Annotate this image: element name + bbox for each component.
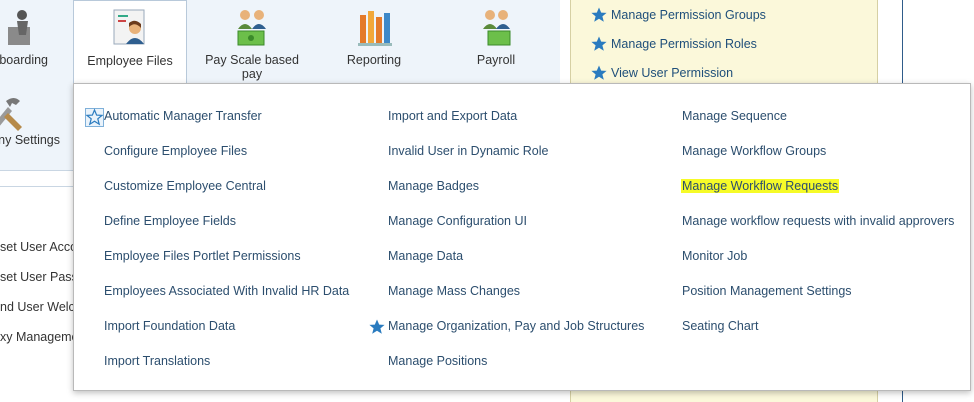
menu-item-manage-workflow-invalid-approvers[interactable]: Manage workflow requests with invalid ap… bbox=[682, 214, 954, 228]
link-manage-permission-groups[interactable]: Manage Permission Groups bbox=[611, 8, 766, 22]
onboarding-icon bbox=[8, 10, 30, 45]
menu-item-manage-positions[interactable]: Manage Positions bbox=[388, 354, 487, 368]
company-settings-icon bbox=[0, 98, 22, 131]
menu-item-import-foundation-data[interactable]: Import Foundation Data bbox=[104, 319, 235, 333]
tile-company-settings[interactable]: ny Settings bbox=[0, 88, 70, 173]
star-icon bbox=[591, 7, 607, 22]
tile-label: Pay Scale based pay bbox=[205, 53, 299, 81]
star-outline-icon[interactable] bbox=[85, 108, 104, 127]
employee-files-icon bbox=[113, 9, 145, 45]
star-icon bbox=[591, 36, 607, 51]
menu-item-invalid-user-dynamic-role[interactable]: Invalid User in Dynamic Role bbox=[388, 144, 548, 158]
employee-files-dropdown-menu: Automatic Manager Transfer Configure Emp… bbox=[73, 83, 971, 391]
tile-employee-files[interactable]: Employee Files bbox=[73, 0, 187, 87]
menu-item-import-export-data[interactable]: Import and Export Data bbox=[388, 109, 517, 123]
star-icon[interactable] bbox=[369, 319, 385, 335]
tile-onboarding[interactable]: boarding bbox=[0, 0, 60, 85]
menu-item-seating-chart[interactable]: Seating Chart bbox=[682, 319, 758, 333]
menu-item-manage-org-pay-job-structures[interactable]: Manage Organization, Pay and Job Structu… bbox=[388, 319, 644, 333]
menu-item-manage-workflow-requests[interactable]: Manage Workflow Requests bbox=[681, 179, 840, 193]
menu-item-automatic-manager-transfer[interactable]: Automatic Manager Transfer bbox=[104, 109, 262, 123]
menu-item-manage-badges[interactable]: Manage Badges bbox=[388, 179, 479, 193]
payroll-icon bbox=[483, 10, 511, 46]
side-link[interactable]: set User Acco bbox=[0, 240, 77, 254]
menu-item-customize-employee-central[interactable]: Customize Employee Central bbox=[104, 179, 266, 193]
side-link[interactable]: xy Manageme bbox=[0, 330, 79, 344]
quick-links-panel: set User Acco set User Pass nd User Welc… bbox=[0, 186, 82, 387]
tile-pay-scale[interactable]: Pay Scale based pay bbox=[196, 0, 308, 85]
tile-reporting[interactable]: Reporting bbox=[318, 0, 430, 85]
menu-item-employees-invalid-hr-data[interactable]: Employees Associated With Invalid HR Dat… bbox=[104, 284, 349, 298]
menu-item-manage-sequence[interactable]: Manage Sequence bbox=[682, 109, 787, 123]
menu-item-employee-files-portlet-permissions[interactable]: Employee Files Portlet Permissions bbox=[104, 249, 301, 263]
tile-label: Reporting bbox=[346, 53, 402, 67]
star-icon bbox=[591, 65, 607, 80]
link-manage-permission-roles[interactable]: Manage Permission Roles bbox=[611, 37, 757, 51]
menu-item-configure-employee-files[interactable]: Configure Employee Files bbox=[104, 144, 247, 158]
tile-label: Payroll bbox=[476, 53, 516, 67]
menu-item-monitor-job[interactable]: Monitor Job bbox=[682, 249, 747, 263]
tile-label: boarding bbox=[0, 53, 48, 67]
side-link[interactable]: nd User Welco bbox=[0, 300, 82, 314]
menu-item-import-translations[interactable]: Import Translations bbox=[104, 354, 210, 368]
tile-payroll[interactable]: Payroll bbox=[440, 0, 552, 85]
pay-scale-icon bbox=[237, 10, 266, 46]
tile-label: ny Settings bbox=[0, 133, 60, 147]
menu-item-manage-configuration-ui[interactable]: Manage Configuration UI bbox=[388, 214, 527, 228]
tile-label: Employee Files bbox=[87, 54, 173, 68]
side-link[interactable]: set User Pass bbox=[0, 270, 78, 284]
menu-item-position-management-settings[interactable]: Position Management Settings bbox=[682, 284, 852, 298]
menu-item-manage-workflow-groups[interactable]: Manage Workflow Groups bbox=[682, 144, 826, 158]
menu-item-define-employee-fields[interactable]: Define Employee Fields bbox=[104, 214, 236, 228]
menu-item-manage-data[interactable]: Manage Data bbox=[388, 249, 463, 263]
link-view-user-permission[interactable]: View User Permission bbox=[611, 66, 733, 80]
menu-item-manage-mass-changes[interactable]: Manage Mass Changes bbox=[388, 284, 520, 298]
reporting-icon bbox=[358, 11, 392, 46]
